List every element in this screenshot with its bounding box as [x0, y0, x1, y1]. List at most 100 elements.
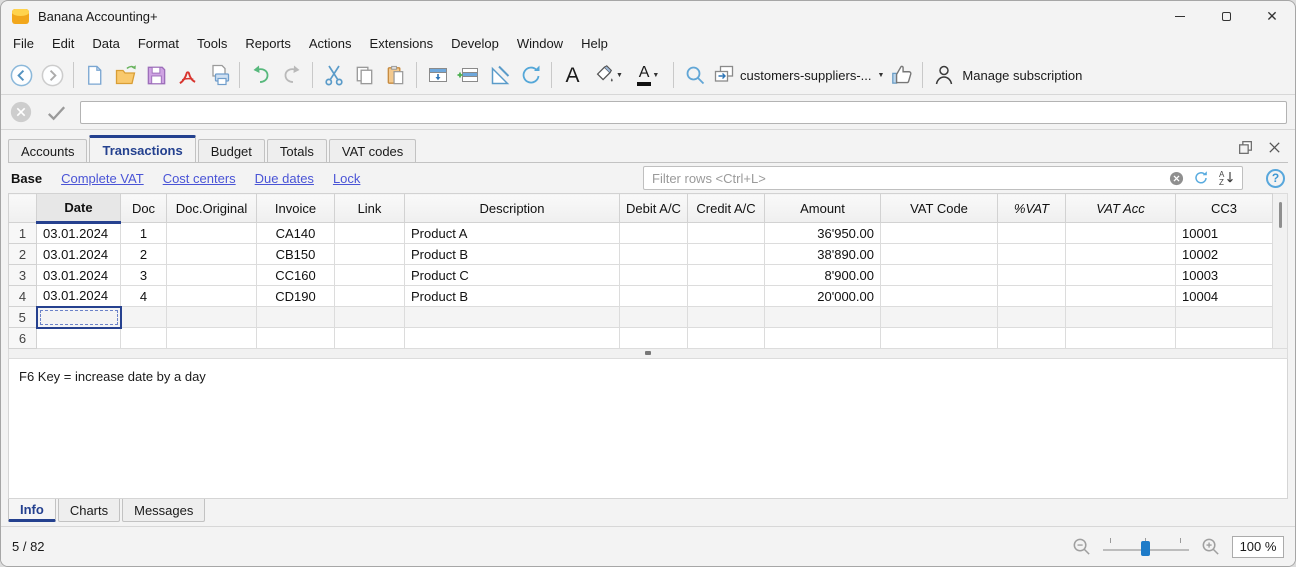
table-cell[interactable]	[880, 306, 998, 328]
menu-format[interactable]: Format	[129, 33, 188, 54]
tab-vat-codes[interactable]: VAT codes	[328, 139, 417, 162]
table-cell[interactable]: Product A	[404, 222, 620, 244]
table-cell[interactable]: 38'890.00	[764, 243, 881, 265]
view-base[interactable]: Base	[11, 171, 42, 186]
table-cell[interactable]	[619, 306, 688, 328]
table-cell[interactable]	[1065, 222, 1176, 244]
file-selector-dropdown[interactable]: customers-suppliers-... ▼	[712, 63, 884, 87]
zoom-in-button[interactable]	[1200, 536, 1221, 557]
table-cell[interactable]	[1065, 243, 1176, 265]
table-cell[interactable]	[687, 306, 765, 328]
table-cell[interactable]: CD190	[256, 285, 335, 307]
menu-data[interactable]: Data	[83, 33, 128, 54]
table-cell[interactable]: CA140	[256, 222, 335, 244]
table-cell[interactable]: 1	[120, 222, 167, 244]
filter-rows-input[interactable]	[643, 166, 1243, 190]
table-cell[interactable]	[764, 306, 881, 328]
zoom-slider[interactable]	[1103, 537, 1189, 557]
edit-cell-button[interactable]	[484, 60, 515, 90]
table-cell[interactable]	[166, 285, 257, 307]
table-cell[interactable]	[619, 243, 688, 265]
table-cell[interactable]	[687, 327, 765, 349]
table-cell[interactable]: Product B	[404, 285, 620, 307]
bottom-tab-info[interactable]: Info	[8, 499, 56, 522]
table-cell[interactable]	[166, 306, 257, 328]
table-cell[interactable]: CC160	[256, 264, 335, 286]
table-cell[interactable]	[35, 305, 122, 329]
minimize-button[interactable]	[1157, 1, 1203, 31]
horizontal-scrollbar[interactable]	[8, 349, 1288, 359]
column-header-link[interactable]: Link	[334, 193, 405, 223]
table-cell[interactable]	[1065, 306, 1176, 328]
cell-edit-input[interactable]	[80, 100, 1287, 124]
table-cell[interactable]	[619, 285, 688, 307]
feedback-button[interactable]	[886, 60, 917, 90]
table-cell[interactable]	[334, 327, 405, 349]
vertical-scrollbar-thumb[interactable]	[1279, 202, 1282, 228]
bottom-tab-charts[interactable]: Charts	[57, 499, 121, 522]
view-cost-centers[interactable]: Cost centers	[163, 171, 236, 186]
paste-button[interactable]	[380, 60, 411, 90]
filter-clear-button[interactable]	[1169, 171, 1184, 186]
column-header-doc[interactable]: Doc	[120, 193, 167, 223]
table-cell[interactable]	[619, 327, 688, 349]
table-cell[interactable]	[997, 285, 1066, 307]
table-cell[interactable]	[880, 222, 998, 244]
table-cell[interactable]	[334, 264, 405, 286]
table-cell[interactable]: 03.01.2024	[36, 264, 121, 286]
new-file-button[interactable]	[79, 60, 110, 90]
pdf-export-button[interactable]	[172, 60, 203, 90]
zoom-out-button[interactable]	[1071, 536, 1092, 557]
table-cell[interactable]	[404, 327, 620, 349]
filter-refresh-button[interactable]	[1193, 170, 1209, 186]
table-cell[interactable]	[687, 222, 765, 244]
table-cell[interactable]	[1065, 327, 1176, 349]
table-cell[interactable]	[166, 222, 257, 244]
table-cell[interactable]: 10002	[1175, 243, 1273, 265]
copy-button[interactable]	[349, 60, 380, 90]
table-cell[interactable]	[120, 306, 167, 328]
table-cell[interactable]	[880, 243, 998, 265]
column-header-vat[interactable]: %VAT	[997, 193, 1066, 223]
table-cell[interactable]	[764, 327, 881, 349]
table-cell[interactable]	[880, 327, 998, 349]
table-cell[interactable]	[1065, 264, 1176, 286]
menu-window[interactable]: Window	[508, 33, 572, 54]
table-cell[interactable]	[404, 306, 620, 328]
confirm-edit-button[interactable]	[44, 100, 69, 125]
view-complete-vat[interactable]: Complete VAT	[61, 171, 144, 186]
save-button[interactable]	[141, 60, 172, 90]
menu-actions[interactable]: Actions	[300, 33, 361, 54]
table-cell[interactable]	[120, 327, 167, 349]
table-cell[interactable]	[334, 222, 405, 244]
vertical-scrollbar[interactable]	[1273, 193, 1288, 349]
print-button[interactable]	[203, 60, 234, 90]
table-cell[interactable]	[619, 222, 688, 244]
table-cell[interactable]	[880, 264, 998, 286]
table-cell[interactable]: 3	[120, 264, 167, 286]
table-cell[interactable]	[997, 264, 1066, 286]
fill-color-button[interactable]: ▼	[588, 60, 628, 90]
row-number[interactable]: 6	[8, 327, 37, 349]
table-cell[interactable]	[166, 243, 257, 265]
help-button[interactable]: ?	[1266, 168, 1285, 188]
font-button[interactable]: A	[557, 60, 588, 90]
table-cell[interactable]	[256, 306, 335, 328]
table-cell[interactable]	[36, 327, 121, 349]
tab-totals[interactable]: Totals	[266, 139, 327, 162]
table-cell[interactable]	[256, 327, 335, 349]
tab-budget[interactable]: Budget	[197, 139, 265, 162]
nav-back-button[interactable]	[6, 60, 37, 90]
column-header-amount[interactable]: Amount	[764, 193, 881, 223]
table-cell[interactable]	[687, 264, 765, 286]
cut-button[interactable]	[318, 60, 349, 90]
maximize-button[interactable]	[1203, 1, 1249, 31]
recalculate-button[interactable]	[515, 60, 546, 90]
column-header-doc-original[interactable]: Doc.Original	[166, 193, 257, 223]
column-header-cc3[interactable]: CC3	[1175, 193, 1273, 223]
table-cell[interactable]	[334, 306, 405, 328]
table-cell[interactable]: Product B	[404, 243, 620, 265]
insert-rows-button[interactable]	[422, 60, 453, 90]
row-number[interactable]: 1	[8, 222, 37, 244]
column-header-description[interactable]: Description	[404, 193, 620, 223]
